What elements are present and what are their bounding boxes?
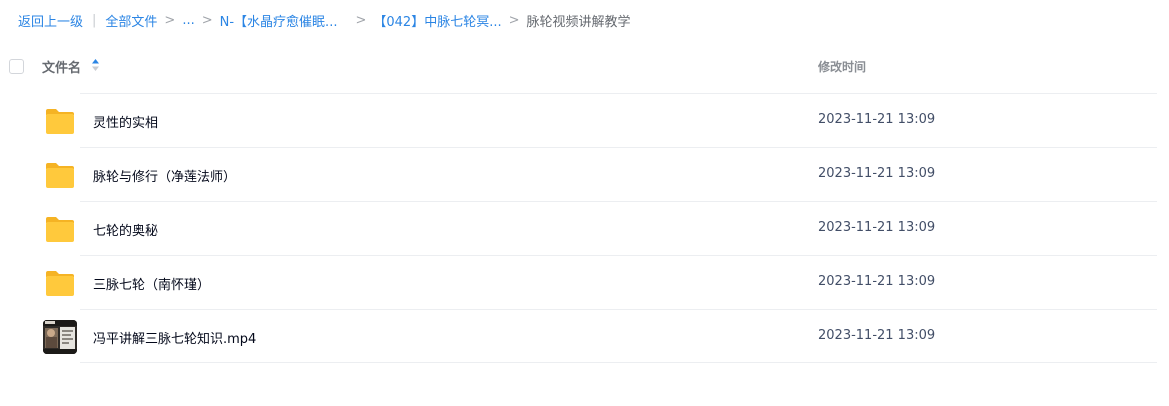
folder-icon	[42, 265, 78, 301]
modified-time: 2023-11-21 13:09	[818, 328, 936, 343]
folder-icon	[42, 211, 78, 247]
file-name[interactable]: 三脉七轮（南怀瑾）	[93, 274, 210, 293]
breadcrumb-separator: >	[164, 12, 176, 28]
video-thumbnail	[42, 319, 78, 355]
file-list: 灵性的实相 2023-11-21 13:09 脉轮与修行（净莲法师） 2023-…	[0, 93, 1169, 363]
breadcrumb-divider: |	[92, 12, 97, 28]
table-row[interactable]: 七轮的奥秘 2023-11-21 13:09	[46, 201, 1157, 255]
folder-icon	[42, 103, 78, 139]
column-header-name-label: 文件名	[42, 61, 82, 76]
select-all-checkbox[interactable]	[9, 59, 24, 74]
breadcrumb-separator: >	[508, 12, 520, 28]
back-link[interactable]: 返回上一级	[18, 11, 83, 30]
breadcrumb-all-files[interactable]: 全部文件	[105, 11, 157, 30]
folder-icon	[42, 157, 78, 193]
sort-ascending-icon[interactable]	[91, 58, 100, 76]
file-name[interactable]: 脉轮与修行（净莲法师）	[93, 166, 236, 185]
breadcrumb-crumb-1[interactable]: N-【水晶疗愈催眠...	[220, 11, 338, 30]
file-browser: 返回上一级 | 全部文件 > ... > N-【水晶疗愈催眠... > 【042…	[0, 0, 1169, 406]
modified-time: 2023-11-21 13:09	[818, 274, 936, 289]
modified-time: 2023-11-21 13:09	[818, 112, 936, 127]
file-name[interactable]: 灵性的实相	[93, 112, 158, 131]
breadcrumb-current: 脉轮视频讲解教学	[526, 14, 631, 30]
file-name[interactable]: 冯平讲解三脉七轮知识.mp4	[93, 328, 256, 347]
table-header: 文件名 修改时间	[0, 48, 1169, 86]
modified-time: 2023-11-21 13:09	[818, 220, 936, 235]
breadcrumb: 返回上一级 | 全部文件 > ... > N-【水晶疗愈催眠... > 【042…	[18, 11, 631, 30]
column-header-name[interactable]: 文件名	[42, 57, 100, 76]
table-row[interactable]: 灵性的实相 2023-11-21 13:09	[46, 93, 1157, 147]
breadcrumb-crumb-2[interactable]: 【042】中脉七轮冥...	[373, 11, 501, 30]
modified-time: 2023-11-21 13:09	[818, 166, 936, 181]
breadcrumb-ellipsis[interactable]: ...	[182, 13, 194, 28]
table-row[interactable]: 三脉七轮（南怀瑾） 2023-11-21 13:09	[46, 255, 1157, 309]
table-row[interactable]: 脉轮与修行（净莲法师） 2023-11-21 13:09	[46, 147, 1157, 201]
breadcrumb-separator: >	[201, 12, 213, 28]
table-row[interactable]: 冯平讲解三脉七轮知识.mp4 2023-11-21 13:09	[43, 309, 1157, 363]
file-name[interactable]: 七轮的奥秘	[93, 220, 158, 239]
breadcrumb-separator: >	[355, 12, 367, 28]
column-header-time[interactable]: 修改时间	[818, 58, 866, 75]
